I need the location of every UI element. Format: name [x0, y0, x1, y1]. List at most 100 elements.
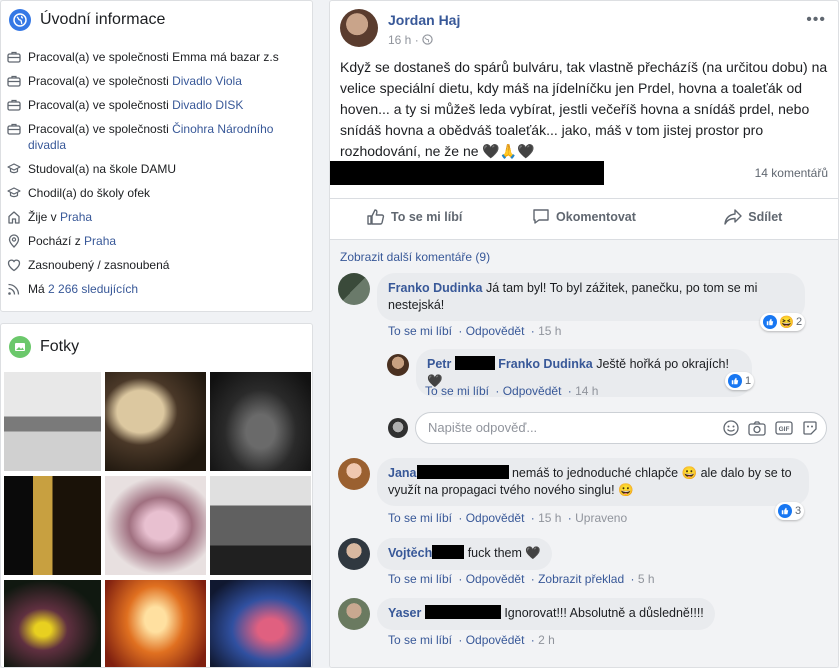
redacted-block: [454, 356, 495, 370]
comment-item: Franko Dudinka Já tam byl! To byl zážite…: [338, 273, 805, 321]
photo-thumbnail[interactable]: [210, 476, 311, 575]
comment-count[interactable]: 14 komentářů: [755, 166, 828, 180]
intro-item: Chodil(a) do školy ofek: [1, 185, 312, 201]
photo-thumbnail[interactable]: [210, 580, 311, 667]
comment-reply-link[interactable]: Odpovědět: [466, 511, 525, 525]
intro-item: Žije v Praha: [1, 209, 312, 225]
share-button[interactable]: Sdílet: [669, 199, 838, 232]
intro-item-link[interactable]: Divadlo Viola: [172, 74, 242, 88]
comment-bubble: Vojtěch fuck them 🖤: [377, 538, 552, 570]
photos-panel: Fotky: [0, 323, 313, 668]
comment-time[interactable]: 14 h: [575, 384, 598, 398]
mentioned-user[interactable]: Franko Dudinka: [498, 357, 592, 371]
share-label: Sdílet: [748, 209, 783, 224]
avatar[interactable]: [338, 273, 370, 305]
photo-thumbnail[interactable]: [210, 372, 311, 471]
more-options-icon[interactable]: •••: [806, 11, 826, 29]
reaction-number: 1: [745, 375, 752, 387]
comment-time[interactable]: 15 h: [538, 511, 561, 525]
avatar[interactable]: [338, 598, 370, 630]
globe-icon: [9, 9, 31, 31]
intro-item-text: Pracoval(a) ve společnosti Divadlo DISK: [28, 97, 306, 113]
comment-reply-link[interactable]: Odpovědět: [466, 633, 525, 647]
heart-icon: [7, 258, 21, 272]
edited-label[interactable]: Upraveno: [575, 511, 627, 525]
photo-thumbnail[interactable]: [105, 580, 206, 667]
commenter-name[interactable]: Franko Dudinka: [388, 281, 482, 295]
post-timestamp[interactable]: 16 h ·: [388, 33, 460, 47]
view-more-comments-link[interactable]: Zobrazit další komentáře (9): [340, 250, 490, 264]
intro-item-text: Má 2 266 sledujících: [28, 281, 306, 297]
intro-item-label: Studoval(a) na škole DAMU: [28, 162, 177, 176]
intro-item-label: Pochází z: [28, 234, 85, 248]
comment-button[interactable]: Okomentovat: [499, 199, 668, 232]
sticker-icon[interactable]: [802, 420, 818, 436]
emoji-icon[interactable]: [723, 420, 739, 436]
reaction-count[interactable]: 1: [725, 372, 755, 390]
commenter-name[interactable]: Vojtěch: [388, 545, 465, 560]
intro-item-link[interactable]: Praha: [60, 210, 92, 224]
comment-reply-link[interactable]: Odpovědět: [466, 572, 525, 586]
photo-thumbnail[interactable]: [4, 580, 101, 667]
intro-item: Pracoval(a) ve společnosti Emma má bazar…: [1, 49, 312, 65]
svg-text:GIF: GIF: [779, 426, 790, 433]
globe-privacy-icon: [422, 34, 433, 45]
comment-meta: To se mi líbí · Odpovědět · 2 h: [388, 633, 555, 647]
comment-time[interactable]: 5 h: [638, 572, 655, 586]
intro-item-label: Pracoval(a) ve společnosti: [28, 122, 173, 136]
commenter-name[interactable]: Yaser: [388, 605, 501, 620]
intro-item-link[interactable]: Divadlo DISK: [172, 98, 243, 112]
avatar[interactable]: [340, 9, 378, 47]
intro-item-link[interactable]: 2 266 sledujících: [48, 282, 138, 296]
intro-item: Pracoval(a) ve společnosti Činohra Národ…: [1, 121, 312, 153]
graduation-cap-icon: [7, 186, 21, 200]
reaction-count[interactable]: 3: [775, 502, 805, 520]
post-header: Jordan Haj 16 h ·: [340, 9, 460, 47]
comment-time[interactable]: 2 h: [538, 633, 555, 647]
comment-meta: To se mi líbí · Odpovědět · Zobrazit pře…: [388, 572, 655, 586]
commenter-name[interactable]: Petr: [427, 356, 495, 371]
intro-item-link[interactable]: Praha: [84, 234, 116, 248]
intro-item: Zasnoubený / zasnoubená: [1, 257, 312, 273]
photos-header: Fotky: [1, 324, 312, 370]
comment-like-link[interactable]: To se mi líbí: [388, 633, 452, 647]
avatar[interactable]: [338, 538, 370, 570]
comment-like-link[interactable]: To se mi líbí: [388, 511, 452, 525]
reaction-count[interactable]: 😆 2: [760, 313, 806, 331]
comment-item: Vojtěch fuck them 🖤: [338, 538, 552, 570]
photo-thumbnail[interactable]: [4, 476, 101, 575]
comment-like-link[interactable]: To se mi líbí: [425, 384, 489, 398]
reaction-number: 2: [795, 316, 803, 328]
intro-item-label: Žije v: [28, 210, 61, 224]
see-translation-link[interactable]: Zobrazit překlad: [538, 572, 624, 586]
gif-icon[interactable]: GIF: [775, 420, 793, 436]
photo-thumbnail[interactable]: [105, 372, 206, 471]
avatar[interactable]: [387, 354, 409, 376]
like-button[interactable]: To se mi líbí: [330, 199, 499, 232]
redacted-block: [424, 605, 501, 619]
comment-like-link[interactable]: To se mi líbí: [388, 572, 452, 586]
reply-placeholder: Napište odpověď...: [428, 420, 538, 435]
avatar[interactable]: [338, 458, 370, 490]
reply-input[interactable]: Napište odpověď... GIF: [415, 412, 827, 444]
camera-icon[interactable]: [748, 420, 766, 436]
photo-thumbnail[interactable]: [4, 372, 101, 471]
commenter-first-name: Vojtěch: [388, 546, 433, 560]
comment-time[interactable]: 15 h: [538, 324, 561, 338]
intro-item-text: Pracoval(a) ve společnosti Emma má bazar…: [28, 49, 306, 65]
redacted-block: [416, 465, 509, 479]
post-author-name[interactable]: Jordan Haj: [388, 12, 460, 28]
comment-reply-link[interactable]: Odpovědět: [503, 384, 562, 398]
commenter-name[interactable]: Jana: [388, 465, 509, 480]
like-reaction-icon: [728, 374, 742, 388]
intro-item-text: Pracoval(a) ve společnosti Divadlo Viola: [28, 73, 306, 89]
commenter-first-name: Jana: [388, 466, 417, 480]
comment-item: Jana nemáš to jednoduché chlapče 😀 ale d…: [338, 458, 809, 506]
comment-like-link[interactable]: To se mi líbí: [388, 324, 452, 338]
comment-reply-link[interactable]: Odpovědět: [466, 324, 525, 338]
intro-item-text: Žije v Praha: [28, 209, 306, 225]
comment-bubble: Jana nemáš to jednoduché chlapče 😀 ale d…: [377, 458, 809, 506]
commenter-first-name: Petr: [427, 357, 455, 371]
photo-thumbnail[interactable]: [105, 476, 206, 575]
post-actions: To se mi líbí Okomentovat Sdílet: [330, 198, 838, 232]
